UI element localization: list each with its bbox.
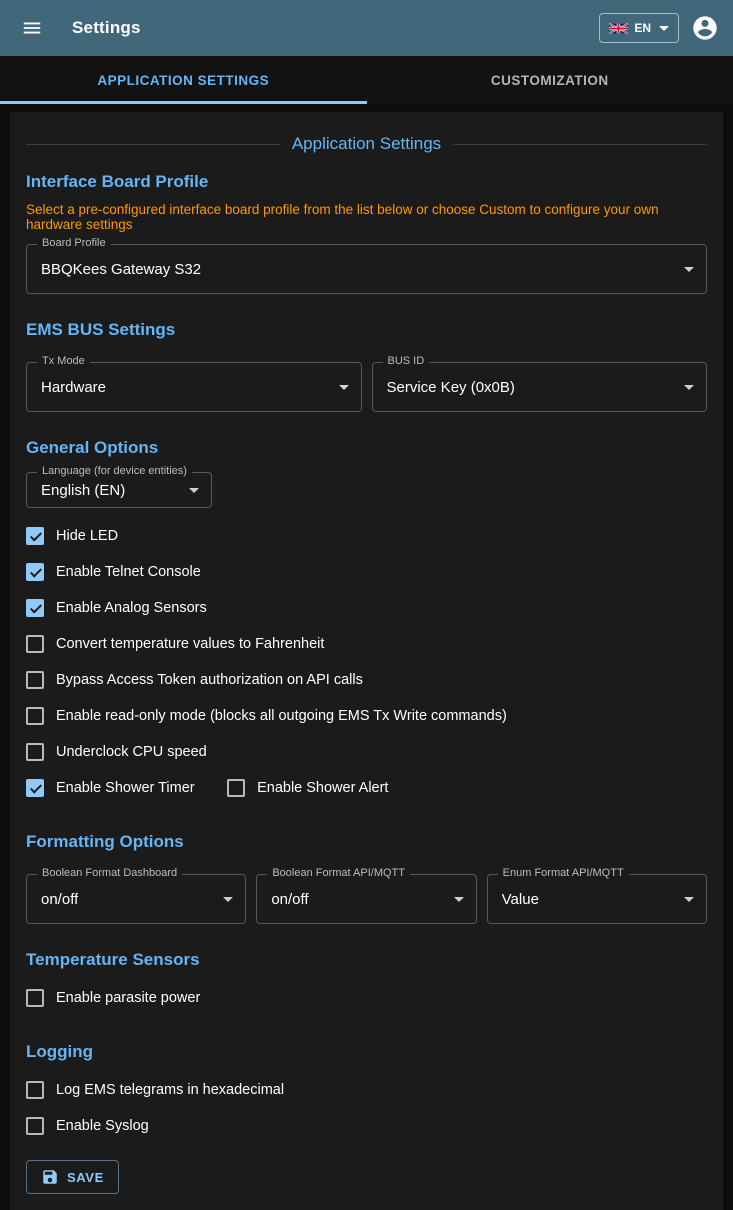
checkbox-row-shower-alert: Enable Shower Alert	[227, 770, 388, 806]
parasite-power-checkbox[interactable]	[26, 989, 44, 1007]
syslog-checkbox[interactable]	[26, 1117, 44, 1135]
save-button-label: SAVE	[67, 1170, 104, 1185]
board-profile-note: Select a pre-configured interface board …	[26, 202, 707, 232]
enum-format-api-select[interactable]: Enum Format API/MQTT Value	[487, 874, 707, 924]
panel-title: Application Settings	[26, 134, 707, 154]
checkbox-row-hide-led: Hide LED	[26, 518, 707, 554]
checkbox-label: Enable read-only mode (blocks all outgoi…	[56, 708, 507, 724]
checkbox-label: Enable Syslog	[56, 1118, 149, 1134]
readonly-mode-checkbox[interactable]	[26, 707, 44, 725]
boolean-format-api-select[interactable]: Boolean Format API/MQTT on/off	[256, 874, 476, 924]
checkbox-row-analog: Enable Analog Sensors	[26, 590, 707, 626]
underclock-cpu-checkbox[interactable]	[26, 743, 44, 761]
language-entities-value: English (EN)	[41, 482, 125, 499]
analog-sensors-checkbox[interactable]	[26, 599, 44, 617]
checkbox-label: Enable Analog Sensors	[56, 600, 207, 616]
hex-telegrams-checkbox[interactable]	[26, 1081, 44, 1099]
language-code: EN	[634, 21, 651, 35]
boolean-format-api-value: on/off	[271, 891, 308, 908]
checkbox-label: Log EMS telegrams in hexadecimal	[56, 1082, 284, 1098]
chevron-down-icon	[189, 488, 199, 493]
board-profile-value: BBQKees Gateway S32	[41, 261, 201, 278]
bus-id-value: Service Key (0x0B)	[387, 379, 515, 396]
chevron-down-icon	[659, 26, 669, 31]
chevron-down-icon	[454, 897, 464, 902]
language-entities-label: Language (for device entities)	[37, 465, 192, 477]
chevron-down-icon	[684, 267, 694, 272]
checkbox-row-hex-log: Log EMS telegrams in hexadecimal	[26, 1072, 707, 1108]
bus-id-label: BUS ID	[383, 355, 430, 367]
board-profile-select[interactable]: Board Profile BBQKees Gateway S32	[26, 244, 707, 294]
checkbox-row-readonly: Enable read-only mode (blocks all outgoi…	[26, 698, 707, 734]
settings-panel: Application Settings Interface Board Pro…	[10, 112, 723, 1210]
floppy-disk-icon	[41, 1168, 59, 1186]
chevron-down-icon	[223, 897, 233, 902]
checkbox-label: Bypass Access Token authorization on API…	[56, 672, 363, 688]
checkbox-label: Enable Shower Alert	[257, 780, 388, 796]
checkbox-row-syslog: Enable Syslog	[26, 1108, 707, 1144]
boolean-format-dashboard-value: on/off	[41, 891, 78, 908]
enum-format-api-value: Value	[502, 891, 539, 908]
tx-mode-select[interactable]: Tx Mode Hardware	[26, 362, 362, 412]
section-heading-bus: EMS BUS Settings	[26, 320, 707, 340]
boolean-format-api-label: Boolean Format API/MQTT	[267, 867, 410, 879]
bus-id-select[interactable]: BUS ID Service Key (0x0B)	[372, 362, 708, 412]
tab-customization[interactable]: CUSTOMIZATION	[367, 56, 733, 104]
checkbox-row-fahrenheit: Convert temperature values to Fahrenheit	[26, 626, 707, 662]
language-entities-select[interactable]: Language (for device entities) English (…	[26, 472, 212, 508]
chevron-down-icon	[684, 385, 694, 390]
settings-tabbar: APPLICATION SETTINGS CUSTOMIZATION	[0, 56, 733, 104]
checkbox-row-underclock: Underclock CPU speed	[26, 734, 707, 770]
app-bar: Settings EN	[0, 0, 733, 56]
telnet-console-checkbox[interactable]	[26, 563, 44, 581]
section-heading-logging: Logging	[26, 1042, 707, 1062]
language-selector-button[interactable]: EN	[599, 13, 679, 43]
uk-flag-icon	[609, 23, 628, 34]
bypass-token-checkbox[interactable]	[26, 671, 44, 689]
boolean-format-dashboard-label: Boolean Format Dashboard	[37, 867, 182, 879]
tab-application-settings[interactable]: APPLICATION SETTINGS	[0, 56, 367, 104]
chevron-down-icon	[339, 385, 349, 390]
checkbox-label: Hide LED	[56, 528, 118, 544]
tx-mode-value: Hardware	[41, 379, 106, 396]
user-avatar-icon[interactable]	[691, 14, 719, 42]
checkbox-label: Convert temperature values to Fahrenheit	[56, 636, 324, 652]
checkbox-row-telnet: Enable Telnet Console	[26, 554, 707, 590]
fahrenheit-checkbox[interactable]	[26, 635, 44, 653]
board-profile-label: Board Profile	[37, 237, 111, 249]
section-heading-sensors: Temperature Sensors	[26, 950, 707, 970]
chevron-down-icon	[684, 897, 694, 902]
checkbox-row-bypass-token: Bypass Access Token authorization on API…	[26, 662, 707, 698]
checkbox-row-parasite: Enable parasite power	[26, 980, 707, 1016]
checkbox-label: Underclock CPU speed	[56, 744, 207, 760]
hamburger-menu-icon[interactable]	[14, 10, 50, 46]
shower-alert-checkbox[interactable]	[227, 779, 245, 797]
checkbox-label: Enable Telnet Console	[56, 564, 201, 580]
save-button[interactable]: SAVE	[26, 1160, 119, 1194]
checkbox-row-shower-timer: Enable Shower Timer	[26, 770, 195, 806]
hide-led-checkbox[interactable]	[26, 527, 44, 545]
enum-format-api-label: Enum Format API/MQTT	[498, 867, 629, 879]
section-heading-formatting: Formatting Options	[26, 832, 707, 852]
page-title: Settings	[72, 18, 141, 38]
section-heading-general: General Options	[26, 438, 707, 458]
shower-row: Enable Shower Timer Enable Shower Alert	[26, 770, 707, 806]
checkbox-label: Enable parasite power	[56, 990, 200, 1006]
section-heading-board: Interface Board Profile	[26, 172, 707, 192]
checkbox-label: Enable Shower Timer	[56, 780, 195, 796]
shower-timer-checkbox[interactable]	[26, 779, 44, 797]
tx-mode-label: Tx Mode	[37, 355, 90, 367]
boolean-format-dashboard-select[interactable]: Boolean Format Dashboard on/off	[26, 874, 246, 924]
